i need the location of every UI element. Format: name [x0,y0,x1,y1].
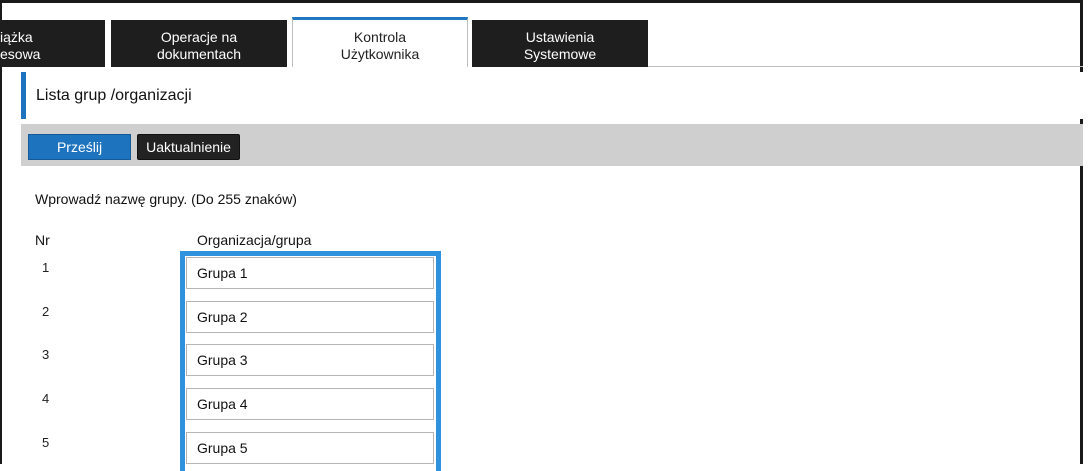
column-header-organization: Organizacja/grupa [197,232,312,248]
group-name-field[interactable]: Grupa 2 [186,301,434,333]
tab-label: Operacje na [160,28,238,45]
group-name-field[interactable]: Grupa 1 [186,257,434,289]
window-frame [0,0,1083,464]
row-number: 5 [42,435,50,450]
tab-label: Użytkownika [340,45,420,62]
tab-label: dokumentach [156,45,242,62]
column-header-nr: Nr [35,232,50,248]
tab-divider [648,66,1083,67]
update-button[interactable]: Uaktualnienie [137,134,240,160]
row-number: 3 [42,347,50,362]
tab-bar: iążka esowa Operacje na dokumentach Kont… [0,17,1083,67]
page-header: Lista grup /organizacji [21,72,1083,119]
submit-button[interactable]: Prześlij [28,134,131,160]
row-number: 4 [42,391,50,406]
tab-document-operations[interactable]: Operacje na dokumentach [111,20,287,67]
tab-user-control[interactable]: Kontrola Użytkownika [292,17,468,67]
tab-label: iążka [0,28,33,45]
group-name-field[interactable]: Grupa 3 [186,344,434,376]
row-number: 2 [42,304,50,319]
group-name-field[interactable]: Grupa 4 [186,388,434,420]
tab-label: Kontrola [353,28,407,45]
page-title: Lista grup /organizacji [36,87,192,104]
tab-system-settings[interactable]: Ustawienia Systemowe [472,20,648,67]
tab-label: Systemowe [523,45,597,62]
tab-label: Ustawienia [525,28,595,45]
tab-label: esowa [0,45,41,62]
toolbar: Prześlij Uaktualnienie [21,124,1083,166]
group-name-field[interactable]: Grupa 5 [186,432,434,464]
instruction-text: Wprowadź nazwę grupy. (Do 255 znaków) [35,191,297,207]
tab-address-book[interactable]: iążka esowa [0,20,105,67]
row-number: 1 [42,260,50,275]
